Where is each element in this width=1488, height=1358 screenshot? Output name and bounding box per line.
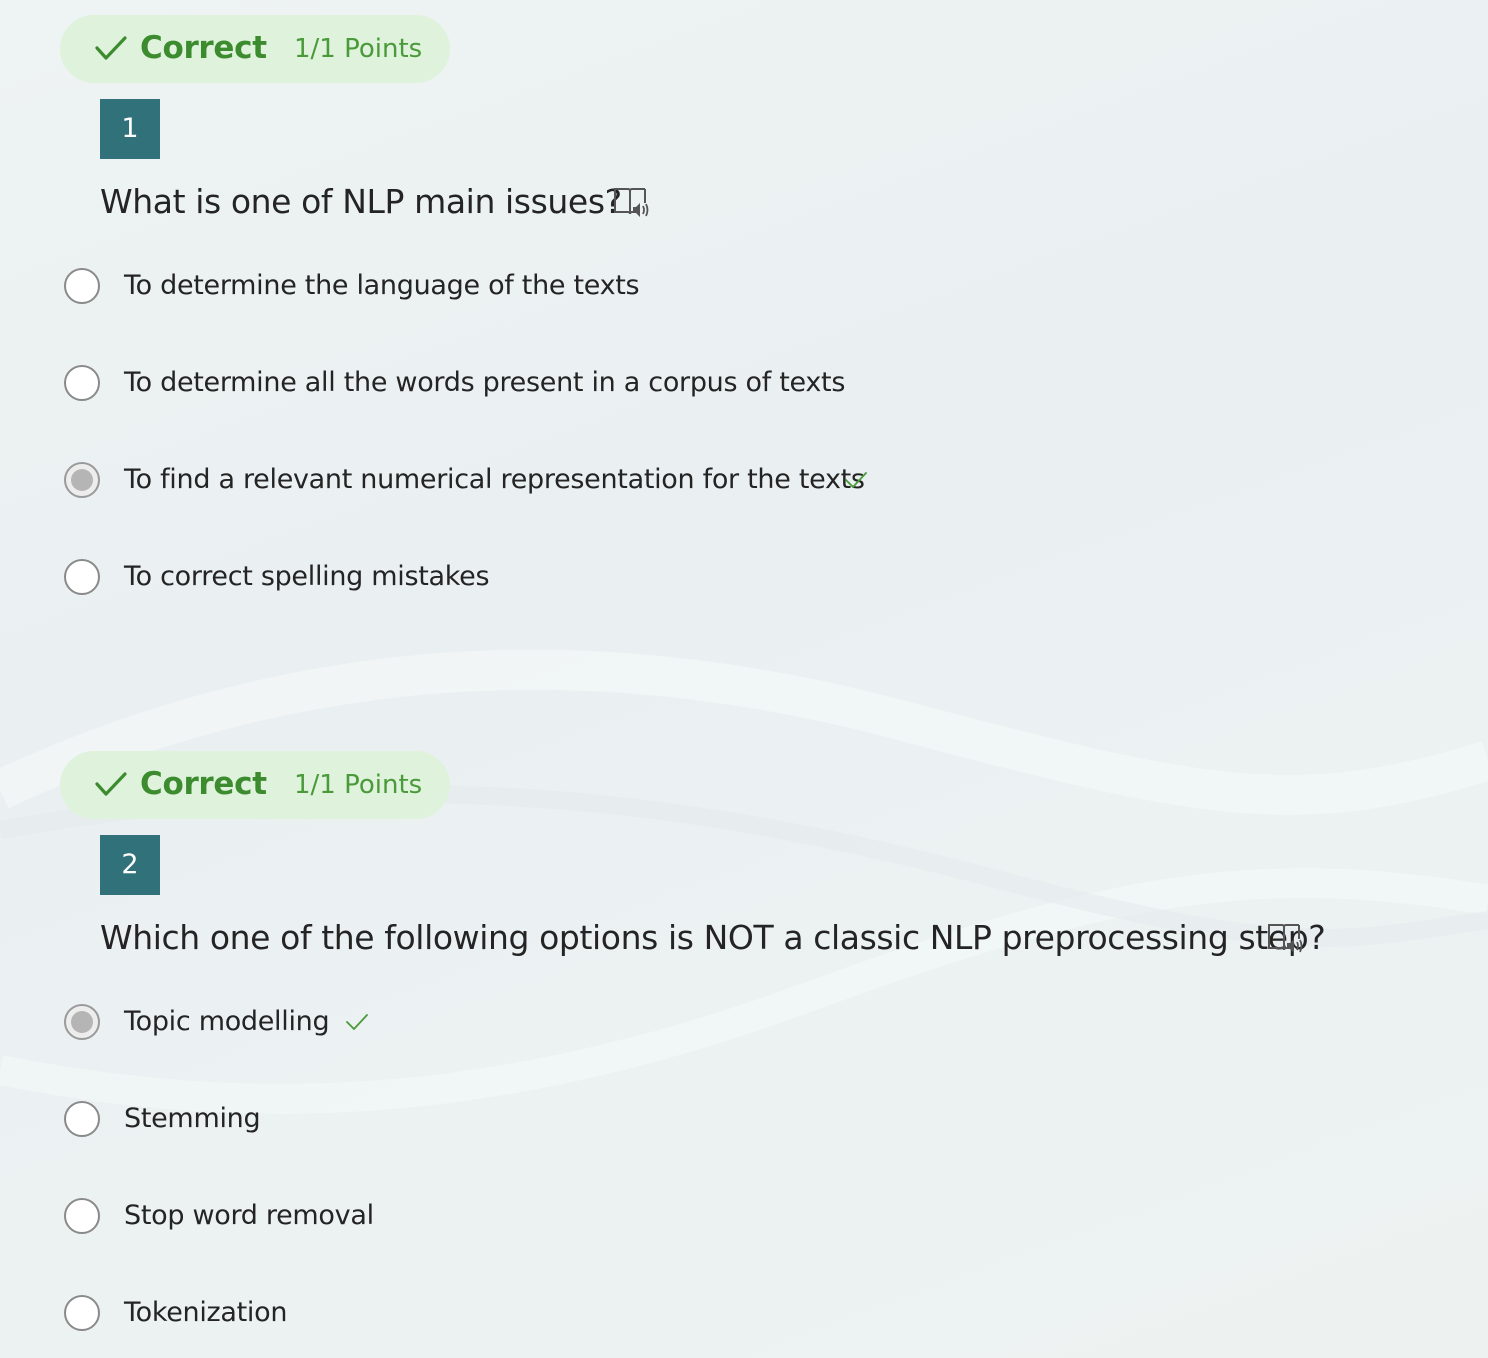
option-label: To correct spelling mistakes: [124, 561, 490, 592]
question-number: 2: [100, 835, 160, 895]
option-label: Tokenization: [124, 1297, 288, 1328]
answer-option[interactable]: Tokenization: [62, 1293, 292, 1337]
answer-option[interactable]: To determine the language of the texts: [62, 266, 640, 310]
question-number: 1: [100, 99, 160, 159]
radio-button[interactable]: [64, 1198, 100, 1234]
question-title: What is one of NLP main issues?: [100, 182, 622, 221]
result-status: Correct: [140, 30, 267, 66]
answer-option[interactable]: To correct spelling mistakes: [62, 557, 490, 601]
question-title: Which one of the following options is NO…: [100, 918, 1326, 957]
radio-button-selected[interactable]: [64, 462, 100, 498]
answer-option-selected[interactable]: To find a relevant numerical representat…: [62, 460, 882, 504]
immersive-reader-icon[interactable]: [1266, 922, 1304, 956]
result-status: Correct: [140, 766, 267, 802]
immersive-reader-icon[interactable]: [612, 186, 650, 220]
points-label: 1/1 Points: [294, 770, 423, 800]
correct-answer-check-icon: [845, 472, 867, 488]
answer-option[interactable]: Stemming: [62, 1099, 262, 1143]
check-icon: [95, 772, 127, 796]
option-label: Stemming: [124, 1103, 261, 1134]
check-icon: [95, 36, 127, 60]
option-label: Topic modelling: [124, 1006, 330, 1037]
points-label: 1/1 Points: [294, 34, 423, 64]
correct-answer-check-icon: [346, 1014, 368, 1030]
option-label: To determine all the words present in a …: [124, 367, 846, 398]
radio-button[interactable]: [64, 559, 100, 595]
option-label: To find a relevant numerical representat…: [124, 464, 865, 495]
option-label: Stop word removal: [124, 1200, 374, 1231]
answer-option[interactable]: Stop word removal: [62, 1196, 374, 1240]
option-label: To determine the language of the texts: [124, 270, 640, 301]
radio-button[interactable]: [64, 268, 100, 304]
answer-option[interactable]: To determine all the words present in a …: [62, 363, 845, 407]
answer-option-selected[interactable]: Topic modelling: [62, 1002, 382, 1046]
radio-button-selected[interactable]: [64, 1004, 100, 1040]
radio-button[interactable]: [64, 1101, 100, 1137]
radio-button[interactable]: [64, 1295, 100, 1331]
radio-button[interactable]: [64, 365, 100, 401]
